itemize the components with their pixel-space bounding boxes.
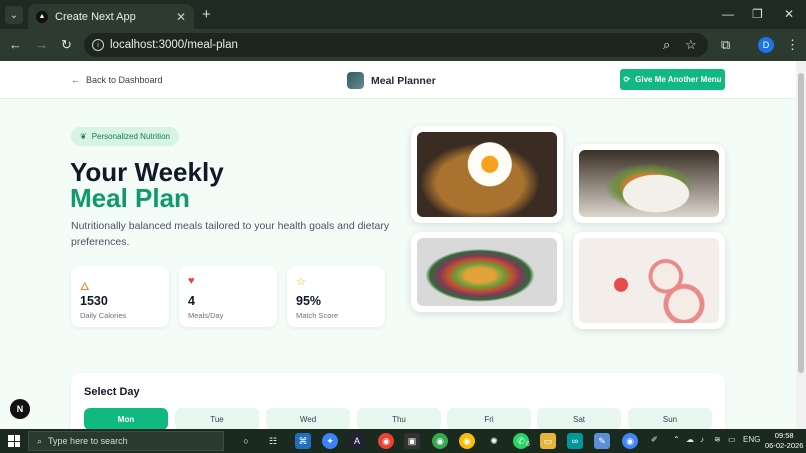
berry-dessert-photo xyxy=(573,232,725,329)
back-arrow-icon[interactable]: ← xyxy=(9,37,22,52)
chevron-up-icon[interactable]: ⌃ xyxy=(673,435,680,444)
arrow-left-icon: ← xyxy=(71,75,80,85)
clock-date: 06-02-2026 xyxy=(765,441,804,450)
personalized-badge: ❦ Personalized Nutrition xyxy=(71,127,179,146)
vscode-icon[interactable]: ⌘ xyxy=(295,433,311,449)
page-viewport: ← Back to Dashboard Meal Planner ⟳ Give … xyxy=(0,61,796,429)
taskbar-search-placeholder: Type here to search xyxy=(48,436,128,446)
task-view-icon[interactable]: ○ xyxy=(238,433,254,449)
tab-search-icon[interactable]: ⌄ xyxy=(5,6,23,24)
tab-title: Create Next App xyxy=(55,10,136,23)
new-tab-icon[interactable]: + xyxy=(202,6,211,23)
chrome-profile-icon[interactable]: ◉ xyxy=(432,433,448,449)
app-cube-icon[interactable]: ▣ xyxy=(404,433,420,449)
browser-toolbar: ← → ↻ i localhost:3000/meal-plan ⌕ ☆ ⧉ D… xyxy=(0,29,806,61)
windows-taskbar: ⌕ Type here to search ○ ☷ ⌘ ✦ A ◉ ▣ ◉ ◉ … xyxy=(0,429,806,453)
brand-title: Meal Planner xyxy=(371,74,436,87)
page-title-line2: Meal Plan xyxy=(70,183,190,213)
salmon-dish-photo xyxy=(573,144,725,223)
app-header: ← Back to Dashboard Meal Planner ⟳ Give … xyxy=(0,61,796,99)
refresh-icon: ⟳ xyxy=(623,75,631,84)
app-a-icon[interactable]: A xyxy=(349,433,365,449)
menu-kebab-icon[interactable]: ⋮ xyxy=(786,37,799,53)
day-tab-thu[interactable]: Thu xyxy=(357,408,441,429)
close-window-icon[interactable]: ✕ xyxy=(784,7,794,21)
browser-tab[interactable]: ▲ Create Next App ✕ xyxy=(28,4,194,29)
cloud-icon[interactable]: ☁ xyxy=(686,435,694,444)
notes-icon[interactable]: ✎ xyxy=(594,433,610,449)
day-tab-mon[interactable]: Mon xyxy=(84,408,168,429)
app-icon[interactable]: ✦ xyxy=(322,433,338,449)
stat-value: 4 xyxy=(188,294,195,308)
day-selector-card: Select Day Mon Tue Wed Thu Fri Sat Sun xyxy=(71,373,725,429)
nextjs-dev-badge[interactable]: N xyxy=(10,399,30,419)
chrome-blue-icon[interactable]: ◉ xyxy=(622,433,638,449)
stat-card-calories: 🜂 1530 Daily Calories xyxy=(71,266,169,327)
arduino-icon[interactable]: ∞ xyxy=(567,433,583,449)
reload-icon[interactable]: ↻ xyxy=(61,37,72,53)
site-info-icon[interactable]: i xyxy=(92,39,104,51)
minimize-icon[interactable]: — xyxy=(722,7,734,21)
close-tab-icon[interactable]: ✕ xyxy=(176,10,186,24)
flame-icon: 🜂 xyxy=(80,281,90,293)
stat-label: Match Score xyxy=(296,311,339,320)
meal-planner-logo xyxy=(347,72,364,89)
chrome-icon[interactable]: ◉ xyxy=(378,433,394,449)
star-icon: ☆ xyxy=(296,276,306,288)
stat-card-match: ☆ 95% Match Score xyxy=(287,266,385,327)
egg-toast-photo xyxy=(411,126,563,223)
taskbar-search-box[interactable]: ⌕ Type here to search xyxy=(28,431,224,451)
zoom-icon[interactable]: ⌕ xyxy=(663,37,670,53)
system-clock[interactable]: 09:58 06-02-2026 xyxy=(765,431,803,451)
pen-icon[interactable]: ✐ xyxy=(651,435,658,444)
chrome-alt-icon[interactable]: ◉ xyxy=(459,433,475,449)
openai-icon[interactable]: ✺ xyxy=(486,433,502,449)
leaf-icon: ❦ xyxy=(80,132,87,141)
file-explorer-icon[interactable]: ▭ xyxy=(540,433,556,449)
another-menu-label: Give Me Another Menu xyxy=(635,75,722,84)
language-indicator[interactable]: ENG xyxy=(743,435,760,444)
day-tab-wed[interactable]: Wed xyxy=(266,408,350,429)
battery-icon[interactable]: ▭ xyxy=(728,435,736,444)
url-text: localhost:3000/meal-plan xyxy=(110,39,238,51)
badge-label: Personalized Nutrition xyxy=(91,132,170,141)
scrollbar-thumb[interactable] xyxy=(798,73,804,373)
page-scrollbar[interactable] xyxy=(796,61,806,429)
address-bar[interactable]: i localhost:3000/meal-plan xyxy=(84,33,708,57)
widgets-icon[interactable]: ☷ xyxy=(265,433,281,449)
restore-icon[interactable]: ❐ xyxy=(752,7,763,21)
back-to-dashboard-link[interactable]: ← Back to Dashboard xyxy=(71,75,163,85)
extensions-icon[interactable]: ⧉ xyxy=(721,37,730,53)
day-tab-sat[interactable]: Sat xyxy=(537,408,621,429)
nextjs-favicon-icon: ▲ xyxy=(36,10,48,23)
day-tab-tue[interactable]: Tue xyxy=(175,408,259,429)
windows-start-icon[interactable] xyxy=(8,435,20,447)
stat-value: 1530 xyxy=(80,294,108,308)
bookmark-star-icon[interactable]: ☆ xyxy=(685,37,697,53)
day-tab-sun[interactable]: Sun xyxy=(628,408,712,429)
stat-label: Meals/Day xyxy=(188,311,224,320)
back-label: Back to Dashboard xyxy=(86,75,163,85)
browser-tab-strip: ⌄ ▲ Create Next App ✕ + — ❐ ✕ xyxy=(0,0,806,29)
day-selector-title: Select Day xyxy=(84,386,140,398)
day-tab-fri[interactable]: Fri xyxy=(447,408,531,429)
wifi-icon[interactable]: ≋ xyxy=(714,435,721,444)
stat-card-meals: ♥ 4 Meals/Day xyxy=(179,266,277,327)
search-icon: ⌕ xyxy=(37,435,43,446)
another-menu-button[interactable]: ⟳ Give Me Another Menu xyxy=(620,69,725,90)
salad-bowl-photo xyxy=(411,232,563,312)
apple-icon: ♥ xyxy=(188,275,195,287)
clock-time: 09:58 xyxy=(774,431,794,440)
page-subtitle: Nutritionally balanced meals tailored to… xyxy=(71,220,390,248)
brand: Meal Planner xyxy=(347,72,436,89)
stat-value: 95% xyxy=(296,294,322,308)
stat-label: Daily Calories xyxy=(80,311,127,320)
forward-arrow-icon[interactable]: → xyxy=(35,37,48,52)
profile-avatar[interactable]: D xyxy=(758,37,774,53)
speaker-icon[interactable]: ♪ xyxy=(700,435,704,444)
whatsapp-badge: 6 xyxy=(526,441,530,448)
